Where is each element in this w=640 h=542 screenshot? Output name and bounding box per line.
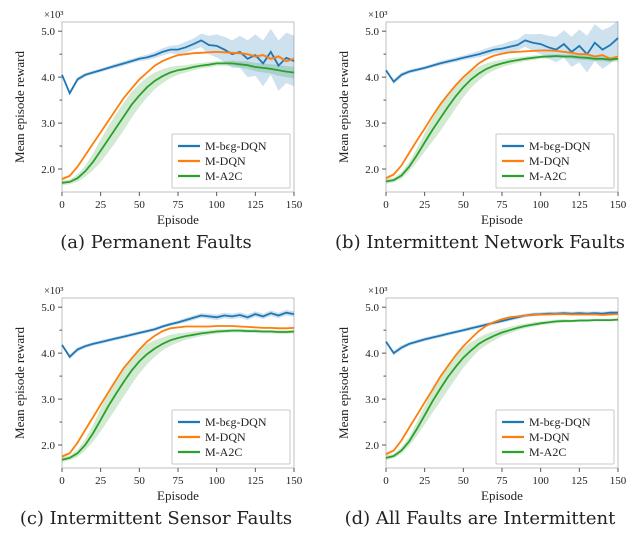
svg-text:3.0: 3.0	[41, 118, 55, 130]
caption-c: (c) Intermittent Sensor Faults	[8, 508, 304, 529]
figure: 2.0 3.0 4.0 5.0 0 25 50 75 100 125 150 ×10³ Mean epi…	[0, 0, 640, 542]
caption-a: (a) Permanent Faults	[8, 232, 304, 253]
svg-text:M-bϵg-DQN: M-bϵg-DQN	[205, 415, 267, 429]
svg-text:5.0: 5.0	[41, 302, 55, 314]
panel-c: 2.0 3.0 4.0 5.0 0 25 50 75 100 125 150 ×10³ Mean epi…	[8, 280, 304, 529]
svg-text:50: 50	[458, 199, 470, 211]
svg-text:Mean episode reward: Mean episode reward	[12, 327, 27, 439]
chart-a: 2.0 3.0 4.0 5.0 0 25 50 75 100 125 150 ×10³ Mean epi…	[8, 4, 304, 230]
svg-text:2.0: 2.0	[41, 440, 55, 452]
caption-b: (b) Intermittent Network Faults	[332, 232, 628, 253]
panel-b: 2.0 3.0 4.0 5.0 0 25 50 75 100 125 150 ×10³ Mean epi…	[332, 4, 628, 253]
svg-text:25: 25	[419, 199, 431, 211]
svg-text:4.0: 4.0	[41, 348, 55, 360]
chart-c: 2.0 3.0 4.0 5.0 0 25 50 75 100 125 150 ×10³ Mean epi…	[8, 280, 304, 506]
svg-text:×10³: ×10³	[368, 286, 388, 297]
svg-text:M-bϵg-DQN: M-bϵg-DQN	[529, 415, 591, 429]
svg-text:3.0: 3.0	[365, 394, 379, 406]
chart-d: 2.0 3.0 4.0 5.0 0 25 50 75 100 125 150 ×10³ Mean epi…	[332, 280, 628, 506]
svg-text:100: 100	[208, 199, 225, 211]
svg-text:M-A2C: M-A2C	[529, 445, 566, 459]
svg-text:100: 100	[532, 475, 549, 487]
svg-text:Episode: Episode	[157, 488, 199, 503]
svg-text:M-DQN: M-DQN	[529, 154, 570, 168]
svg-text:5.0: 5.0	[365, 26, 379, 38]
svg-text:Episode: Episode	[157, 212, 199, 227]
svg-text:75: 75	[497, 475, 509, 487]
svg-text:0: 0	[383, 199, 389, 211]
svg-text:75: 75	[497, 199, 509, 211]
svg-text:×10³: ×10³	[44, 10, 64, 21]
panel-a: 2.0 3.0 4.0 5.0 0 25 50 75 100 125 150 ×10³ Mean epi…	[8, 4, 304, 253]
panel-d: 2.0 3.0 4.0 5.0 0 25 50 75 100 125 150 ×10³ Mean epi…	[332, 280, 628, 529]
svg-text:25: 25	[95, 199, 107, 211]
chart-b: 2.0 3.0 4.0 5.0 0 25 50 75 100 125 150 ×10³ Mean epi…	[332, 4, 628, 230]
svg-text:150: 150	[286, 475, 303, 487]
svg-text:50: 50	[134, 475, 146, 487]
svg-text:125: 125	[247, 199, 264, 211]
svg-text:75: 75	[173, 475, 185, 487]
svg-text:150: 150	[286, 199, 303, 211]
svg-text:M-A2C: M-A2C	[205, 445, 242, 459]
svg-text:4.0: 4.0	[365, 348, 379, 360]
svg-text:×10³: ×10³	[368, 10, 388, 21]
svg-text:5.0: 5.0	[41, 26, 55, 38]
svg-text:5.0: 5.0	[365, 302, 379, 314]
svg-text:M-DQN: M-DQN	[205, 154, 246, 168]
svg-text:2.0: 2.0	[365, 164, 379, 176]
svg-text:M-DQN: M-DQN	[205, 430, 246, 444]
svg-text:3.0: 3.0	[365, 118, 379, 130]
svg-text:Mean episode reward: Mean episode reward	[336, 327, 351, 439]
svg-text:125: 125	[571, 199, 588, 211]
svg-text:Mean episode reward: Mean episode reward	[12, 51, 27, 163]
svg-text:M-bϵg-DQN: M-bϵg-DQN	[529, 139, 591, 153]
svg-text:4.0: 4.0	[41, 72, 55, 84]
svg-text:Episode: Episode	[481, 488, 523, 503]
svg-text:25: 25	[419, 475, 431, 487]
svg-text:100: 100	[208, 475, 225, 487]
svg-text:50: 50	[134, 199, 146, 211]
svg-text:125: 125	[571, 475, 588, 487]
svg-text:50: 50	[458, 475, 470, 487]
svg-text:150: 150	[610, 475, 627, 487]
svg-text:2.0: 2.0	[41, 164, 55, 176]
svg-text:M-DQN: M-DQN	[529, 430, 570, 444]
svg-text:Mean episode reward: Mean episode reward	[336, 51, 351, 163]
caption-d: (d) All Faults are Intermittent	[332, 508, 628, 529]
svg-text:4.0: 4.0	[365, 72, 379, 84]
svg-text:150: 150	[610, 199, 627, 211]
svg-text:25: 25	[95, 475, 107, 487]
svg-text:Episode: Episode	[481, 212, 523, 227]
svg-text:0: 0	[59, 475, 65, 487]
svg-text:75: 75	[173, 199, 185, 211]
svg-text:×10³: ×10³	[44, 286, 64, 297]
svg-text:M-bϵg-DQN: M-bϵg-DQN	[205, 139, 267, 153]
svg-text:0: 0	[59, 199, 65, 211]
svg-text:125: 125	[247, 475, 264, 487]
svg-text:100: 100	[532, 199, 549, 211]
svg-text:M-A2C: M-A2C	[205, 169, 242, 183]
svg-text:3.0: 3.0	[41, 394, 55, 406]
svg-text:2.0: 2.0	[365, 440, 379, 452]
svg-text:0: 0	[383, 475, 389, 487]
svg-text:M-A2C: M-A2C	[529, 169, 566, 183]
